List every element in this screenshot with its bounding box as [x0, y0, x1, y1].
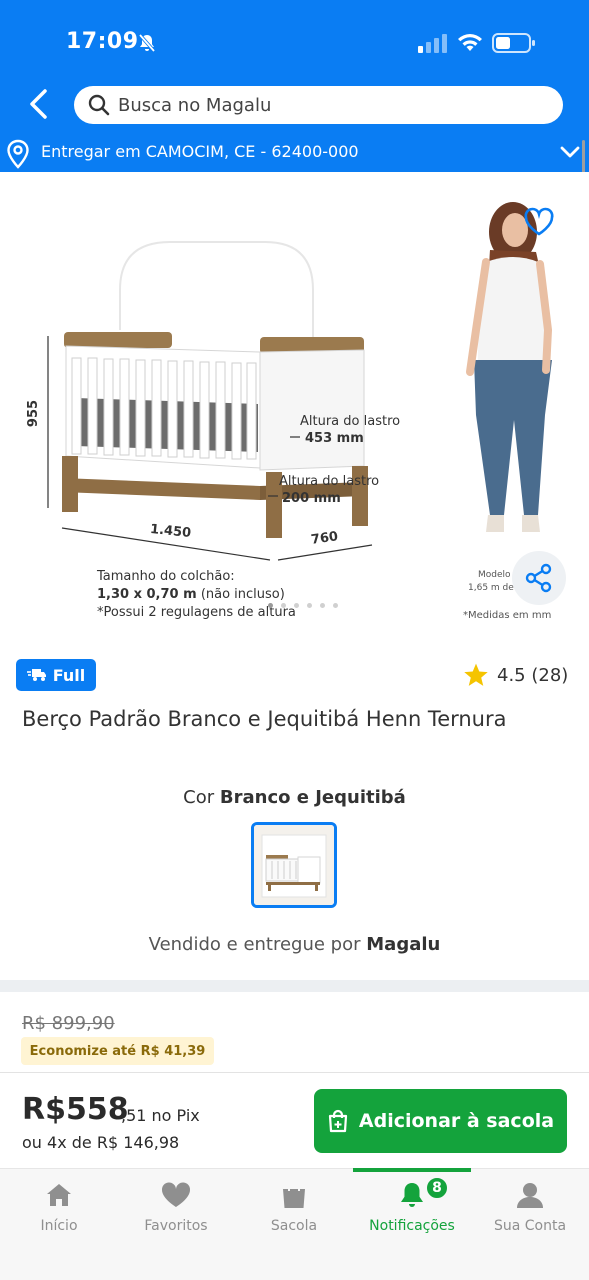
- chevron-left-icon: [30, 89, 47, 119]
- add-to-bag-button[interactable]: Adicionar à sacola: [314, 1089, 567, 1153]
- bell-icon: [401, 1183, 423, 1207]
- delivery-address-text: Entregar em CAMOCIM, CE - 62400-000: [41, 142, 359, 161]
- star-icon: [464, 663, 488, 686]
- crib-thumbnail: [254, 825, 334, 905]
- nav-label-favoritos: Favoritos: [144, 1218, 208, 1234]
- add-to-bag-label: Adicionar à sacola: [358, 1110, 555, 1132]
- heart-outline-icon: [524, 207, 554, 236]
- color-label: Cor: [183, 787, 215, 808]
- nav-item-inicio[interactable]: Início: [0, 1178, 118, 1234]
- color-swatch-selected[interactable]: [251, 822, 337, 908]
- nav-item-sua-conta[interactable]: Sua Conta: [471, 1178, 589, 1234]
- bag-icon: [283, 1181, 305, 1208]
- share-button[interactable]: [512, 551, 566, 605]
- nav-label-inicio: Início: [40, 1218, 78, 1234]
- bell-muted-icon: [138, 33, 156, 53]
- share-icon: [525, 563, 552, 593]
- heart-icon: [161, 1182, 191, 1207]
- carousel-dot[interactable]: [294, 603, 299, 608]
- seller-info: Vendido e entregue por Magalu: [0, 934, 589, 955]
- lastro-label-1: Altura do lastro: [300, 414, 401, 429]
- mattress-size-note: (não incluso): [200, 587, 285, 602]
- nav-item-favoritos[interactable]: Favoritos: [117, 1178, 235, 1234]
- installments-text: ou 4x de R$ 146,98: [22, 1133, 180, 1152]
- back-button[interactable]: [22, 86, 54, 122]
- color-selector-label: Cor Branco e Jequitibá: [0, 787, 589, 808]
- product-rating[interactable]: 4.5 (28): [463, 662, 568, 688]
- economize-badge: Economize até R$ 41,39: [21, 1037, 214, 1065]
- measures-note: *Medidas em mm: [463, 610, 552, 621]
- carousel-dot[interactable]: [307, 603, 312, 608]
- color-value: Branco e Jequitibá: [219, 787, 406, 808]
- sold-by-label: Vendido e entregue por: [148, 934, 361, 955]
- model-label: Modelo: [478, 570, 511, 580]
- lastro-label-2: Altura do lastro: [279, 474, 380, 489]
- search-bar[interactable]: [74, 86, 563, 124]
- notification-count-badge: 8: [425, 1176, 449, 1200]
- home-icon: [47, 1184, 71, 1206]
- wifi-icon: [458, 34, 482, 51]
- carousel-dot[interactable]: [281, 603, 286, 608]
- mattress-size: 1,30 x 0,70 m (não incluso): [97, 587, 285, 602]
- nav-active-indicator: [353, 1168, 471, 1172]
- favorite-button[interactable]: [520, 203, 558, 241]
- section-divider: [0, 980, 589, 992]
- truck-icon: [26, 669, 46, 681]
- carousel-dot[interactable]: [333, 603, 338, 608]
- model-height: 1,65 m de: [468, 583, 514, 593]
- old-price: R$ 899,90: [22, 1013, 115, 1034]
- mattress-title: Tamanho do colchão:: [97, 569, 235, 584]
- nav-label-notificacoes: Notificações: [369, 1218, 455, 1234]
- rating-value: 4.5 (28): [497, 664, 569, 686]
- status-time: 17:09: [66, 29, 139, 54]
- full-badge: Full: [16, 659, 96, 691]
- lastro-value-1: 453 mm: [305, 431, 364, 446]
- seller-name[interactable]: Magalu: [366, 934, 440, 955]
- carousel-dot[interactable]: [320, 603, 325, 608]
- user-icon: [517, 1183, 543, 1208]
- carousel-dots: [268, 603, 338, 608]
- price-pix-cents: ,51 no Pix: [121, 1106, 200, 1125]
- battery-icon: [492, 33, 535, 53]
- lastro-value-2: 200 mm: [282, 491, 341, 506]
- nav-item-sacola[interactable]: Sacola: [235, 1178, 353, 1234]
- chevron-down-icon: [560, 146, 580, 158]
- nav-label-sacola: Sacola: [270, 1218, 318, 1234]
- mattress-size-value: 1,30 x 0,70 m: [97, 587, 197, 602]
- product-title: Berço Padrão Branco e Jequitibá Henn Ter…: [22, 707, 507, 731]
- full-badge-label: Full: [52, 665, 86, 685]
- price-pix: R$558: [22, 1092, 129, 1127]
- nav-item-notificacoes[interactable]: Notificações: [353, 1178, 471, 1234]
- signal-icon: [418, 34, 447, 53]
- regulagens-note: *Possui 2 regulagens de altura: [97, 605, 296, 620]
- product-image[interactable]: 955 1.450 760 Altura do lastro 453 mm Al…: [0, 172, 589, 642]
- bag-plus-icon: [328, 1109, 347, 1133]
- search-input[interactable]: [118, 94, 538, 116]
- app-header: 17:09 Entregar: [0, 0, 589, 172]
- location-pin-icon: [7, 139, 29, 169]
- dim-height-label: 955: [26, 399, 42, 428]
- delivery-address-bar[interactable]: Entregar em CAMOCIM, CE - 62400-000: [0, 136, 589, 172]
- nav-label-sua-conta: Sua Conta: [493, 1218, 567, 1234]
- search-icon: [88, 94, 110, 116]
- carousel-dot[interactable]: [268, 603, 273, 608]
